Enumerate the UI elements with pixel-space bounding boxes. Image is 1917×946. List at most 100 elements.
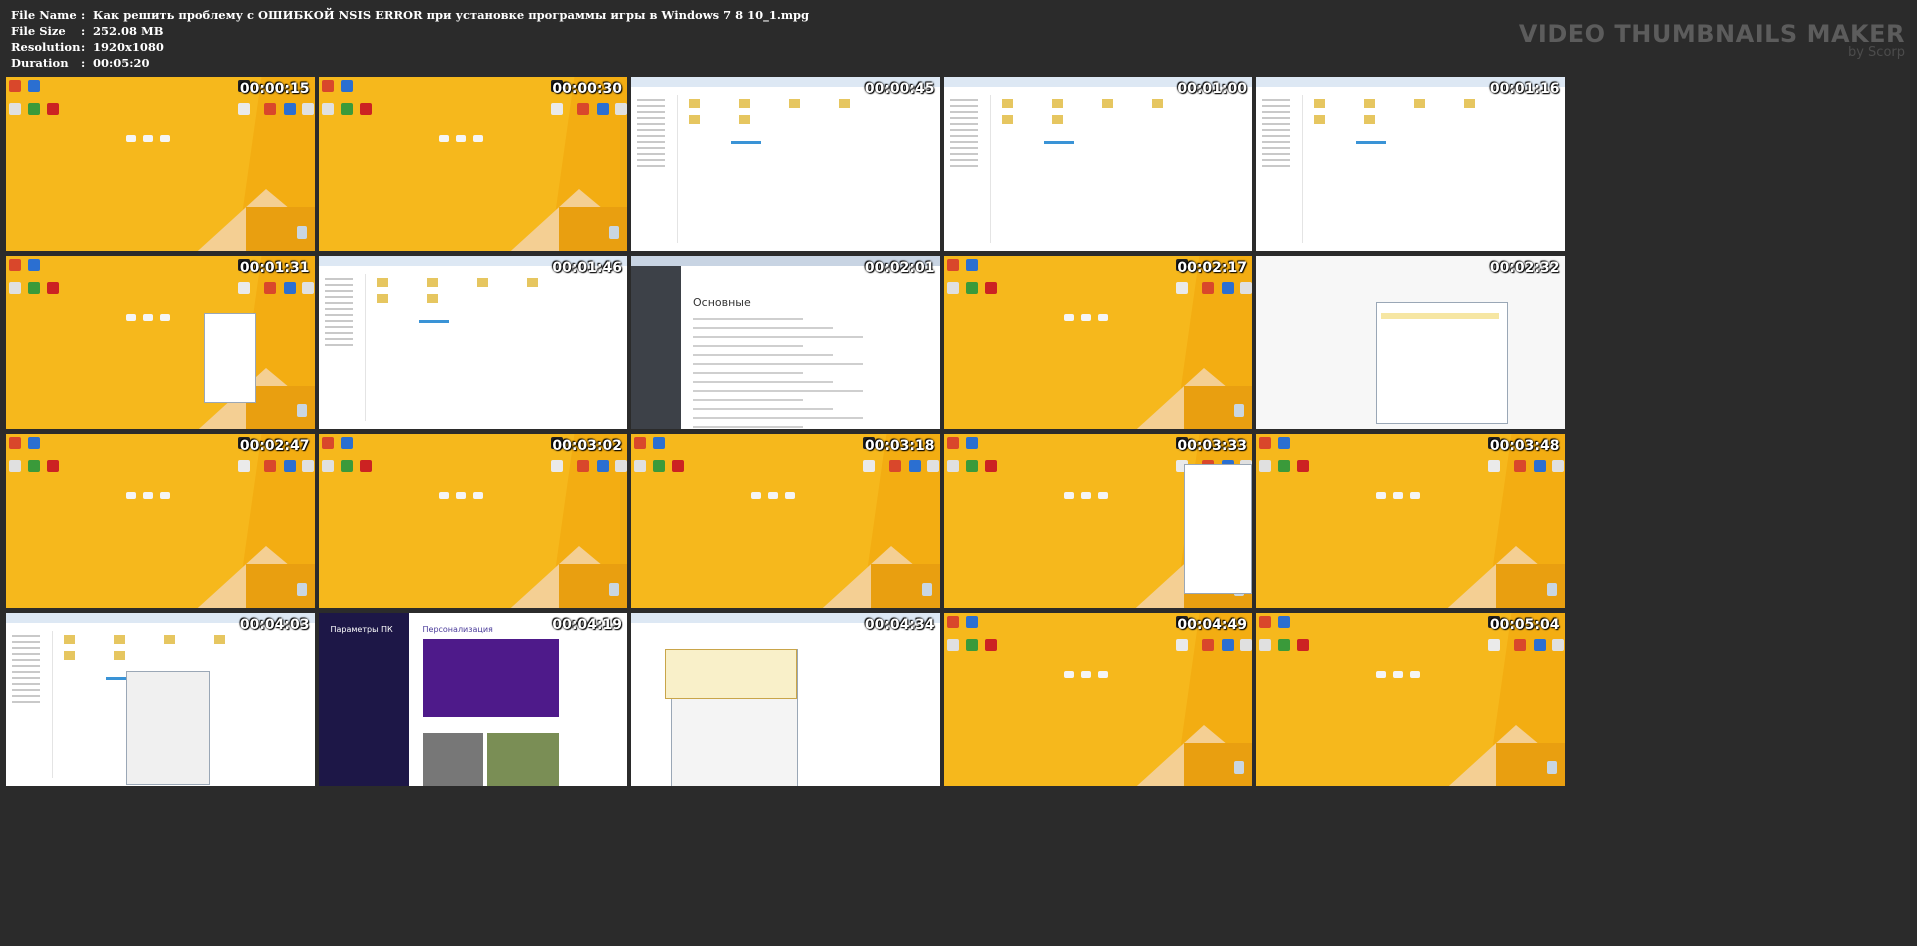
desktop-icon [1259,437,1271,449]
nav-item-line [949,111,978,113]
nav-item-line [637,135,665,137]
nav-item-line [1262,123,1290,125]
desktop-icon [909,460,921,472]
thumbnail-timestamp: 00:01:46 [552,259,622,276]
desktop-icon [9,103,21,115]
recycle-bin-icon [1546,761,1557,774]
folder-icon [1051,99,1063,108]
pc-settings-heading: Персонализация [422,624,493,634]
desktop-icon [302,103,314,115]
separator: : [81,40,86,54]
desktop-icon [1552,638,1564,651]
separator: : [81,24,86,38]
resolution-label: Resolution [11,40,81,54]
desktop-icon [946,437,959,449]
nav-item-line [1262,165,1290,167]
brand-title: VIDEO THUMBNAILS MAKER [1518,20,1905,48]
thumbnail-timestamp: 00:02:47 [239,438,310,454]
desktop-icon [965,615,978,628]
nav-item-line [1262,105,1290,107]
desktop-icon [596,103,609,115]
desktop-icon [284,103,296,115]
video-thumbnail: 00:01:00 [943,77,1252,251]
folder-icon [426,277,438,287]
desktop-icon [321,460,334,472]
nav-item-line [324,301,353,304]
desktop-icon [47,281,59,294]
desktop-icon [9,281,21,294]
desktop-icon [47,460,59,472]
file-icon [438,135,449,142]
desktop-icon [359,460,372,472]
folder-icon [1464,99,1475,108]
file-icon [768,492,778,499]
settings-line [693,317,803,320]
video-thumbnail: 00:04:49 [943,612,1252,786]
recycle-bin-icon [609,582,619,596]
nav-item-line [949,129,978,131]
thumbnail-timestamp: 00:01:00 [1177,81,1247,97]
desktop-icon [1259,638,1271,651]
file-icon [1080,670,1091,678]
lockscreen-preview [422,638,559,717]
desktop-icon [264,103,276,115]
desktop-icon [28,103,40,115]
file-name-row: File Name : Как решить проблему с ОШИБКО… [11,7,809,23]
desktop-icon [28,258,40,271]
desktop-icon [1201,281,1214,294]
settings-line [693,380,833,383]
nav-item-line [324,295,353,298]
nav-item-line [12,658,40,661]
file-name-value: Как решить проблему с ОШИБКОЙ NSIS ERROR… [93,8,810,22]
video-thumbnail: 00:04:34 [631,612,940,786]
desktop-icon [1278,615,1290,628]
settings-line [693,362,863,365]
dialog-warning-bar [1381,312,1499,319]
folder-icon [164,634,175,644]
brand-watermark: VIDEO THUMBNAILS MAKER by Scorp [1519,22,1905,60]
settings-line [693,371,803,374]
nav-item-line [324,289,353,292]
file-icon [1376,492,1386,499]
file-icon [160,135,170,142]
nav-item-line [1262,129,1290,131]
file-icon [126,135,136,142]
desktop-icon [1175,281,1188,294]
desktop-icon [1297,638,1309,651]
desktop-icon [984,638,997,651]
nav-item-line [949,105,978,107]
desktop-icon [576,103,589,115]
desktop-icon [28,80,40,92]
nav-item-line [949,141,978,143]
thumbnail-timestamp: 00:03:33 [1177,438,1247,454]
nav-item-line [12,640,40,643]
desktop-icon [984,281,997,294]
nav-item-line [1262,159,1290,161]
desktop-icon [984,460,997,472]
file-icon [472,492,483,499]
desktop-icon [340,437,353,449]
folder-icon [789,99,800,108]
notepad-window [1183,464,1252,594]
desktop-icon [321,437,334,449]
folder-icon [526,277,538,287]
desktop-icon [965,437,978,449]
thumbnail-timestamp: 00:02:01 [864,259,935,276]
file-icon [1063,313,1074,321]
desktop-icon [1488,460,1500,472]
nav-item-line [12,634,40,637]
desktop-icon [1278,437,1290,449]
folder-icon [1314,99,1325,108]
header: File Name : Как решить проблему с ОШИБКО… [0,0,1917,76]
video-thumbnail: Основные 00:02:01 [631,255,940,429]
desktop-icon [1201,638,1214,651]
duration-label: Duration [11,56,69,70]
folder-icon [376,293,388,303]
video-thumbnail: 00:01:46 [318,255,627,429]
nav-item-line [637,153,665,155]
desktop-icon [238,460,250,472]
desktop-icon [634,437,646,449]
file-icon [1410,670,1420,678]
drive-bar [1356,141,1386,144]
settings-line [693,353,833,356]
